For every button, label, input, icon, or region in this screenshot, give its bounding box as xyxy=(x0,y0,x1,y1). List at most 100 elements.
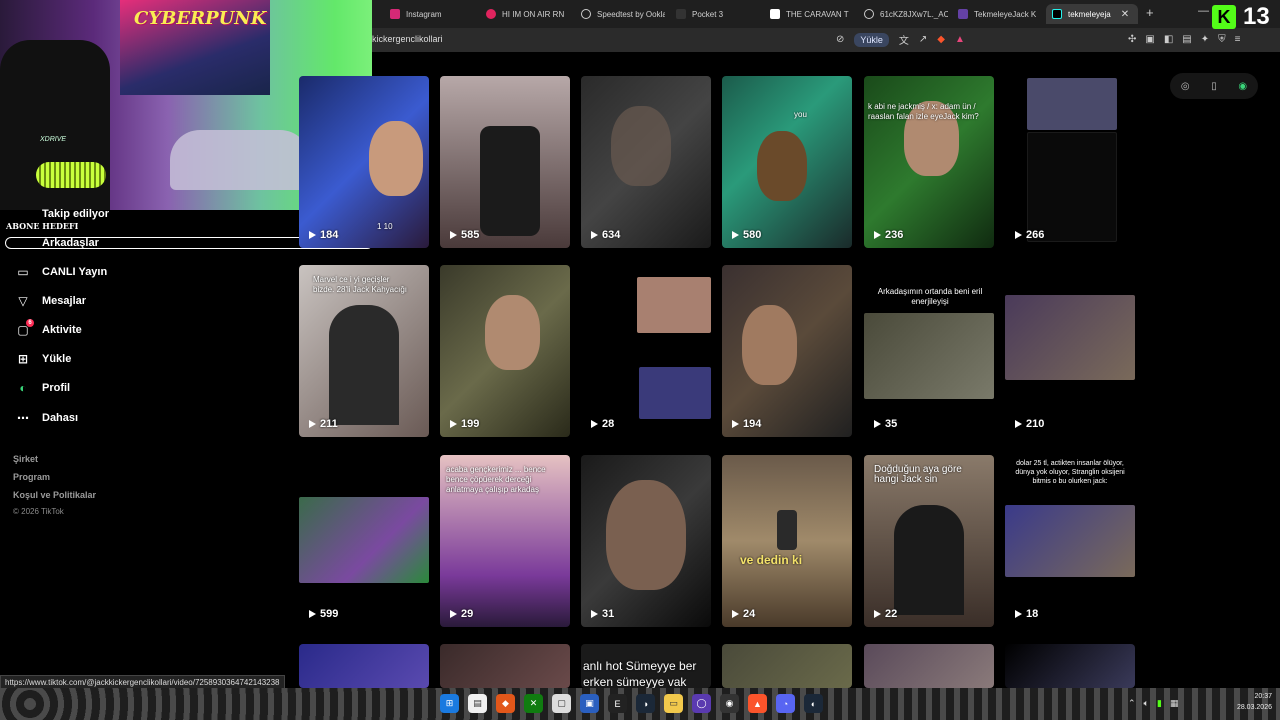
tab-on-air[interactable]: HI IM ON AIR RN xyxy=(480,4,570,24)
video-card[interactable] xyxy=(440,644,570,688)
tab-search-icon[interactable]: ▣ xyxy=(1145,34,1154,45)
obs-icon[interactable]: ◯ xyxy=(692,694,711,713)
thumbnail-group xyxy=(864,313,994,399)
kick-logo: K xyxy=(1212,5,1236,29)
extensions-icon[interactable]: ✣ xyxy=(1128,34,1136,45)
rewards-icon[interactable]: ▲ xyxy=(955,34,965,45)
url-field[interactable]: kickergenclikollari xyxy=(372,34,443,44)
tab-instagram[interactable]: Instagram xyxy=(384,4,474,24)
brave-icon[interactable]: ◆ xyxy=(496,694,515,713)
tab-image[interactable]: 61cKZ8JXw7L._AC xyxy=(858,4,948,24)
system-tray: ⌃ 🔈︎ ▮ ▦ xyxy=(1128,698,1178,709)
wallet-icon[interactable]: ▤ xyxy=(1182,34,1191,45)
compass-icon[interactable]: ◎ xyxy=(1181,81,1190,92)
play-icon xyxy=(450,420,457,428)
new-tab-icon[interactable]: + xyxy=(1146,5,1154,20)
leo-icon[interactable]: ✦ xyxy=(1201,34,1209,45)
video-card[interactable]: acaba gençkerimiz ... bence bence çöpüer… xyxy=(440,455,570,627)
minimize-icon[interactable]: — xyxy=(1198,5,1209,17)
xbox-icon[interactable]: ✕ xyxy=(524,694,543,713)
mic-icon[interactable]: ▮ xyxy=(1157,698,1162,709)
pocket-icon xyxy=(676,9,686,19)
footer-link-terms[interactable]: Koşul ve Politikalar xyxy=(13,490,96,500)
play-icon xyxy=(732,610,739,618)
video-card[interactable]: k abi ne jackmiş / x: adam ün / raaslan … xyxy=(864,76,994,248)
brave-shield-icon[interactable]: ◆ xyxy=(937,34,945,45)
avatar[interactable]: ◉ xyxy=(1238,81,1247,92)
tab-caravan[interactable]: THE CARAVAN T xyxy=(764,4,854,24)
video-card[interactable]: 1 10 184 xyxy=(299,76,429,248)
video-card[interactable]: you 580 xyxy=(722,76,852,248)
sidebar-item-label: Profil xyxy=(42,382,71,394)
thumbnail-webcam xyxy=(299,497,429,583)
sidebar-item-upload[interactable]: ⊞ Yükle xyxy=(16,349,71,369)
view-count: 22 xyxy=(874,608,897,620)
video-card[interactable] xyxy=(722,644,852,688)
translate-icon[interactable]: 文 xyxy=(899,32,909,47)
view-count-value: 29 xyxy=(461,608,474,620)
play-icon xyxy=(450,231,457,239)
tab-twitch-jack[interactable]: TekmeleyeJack K xyxy=(952,4,1042,24)
notepad-icon[interactable]: ▤ xyxy=(468,694,487,713)
clock-date: 28.03.2026 xyxy=(1236,704,1272,711)
live-icon: ▭ xyxy=(17,265,29,279)
footer-link-program[interactable]: Program xyxy=(13,472,50,482)
sidebar-item-activity[interactable]: ▢ 6 Aktivite xyxy=(16,319,82,340)
folder-icon[interactable]: ▭ xyxy=(664,694,683,713)
sidebar-item-more[interactable]: ⋯ Dahası xyxy=(16,408,78,428)
play-icon xyxy=(591,610,598,618)
document-icon[interactable]: ▢ xyxy=(552,694,571,713)
copyright: © 2026 TikTok xyxy=(13,507,64,516)
sidebar-item-profile[interactable]: ◐ Profil xyxy=(16,378,70,398)
tab-tiktok-active[interactable]: tekmeleyeja ✕ xyxy=(1046,4,1138,24)
video-card[interactable] xyxy=(864,644,994,688)
footer-link-company[interactable]: Şirket xyxy=(13,454,38,464)
network-icon[interactable]: ▦ xyxy=(1170,698,1179,709)
taskbar-clock[interactable]: 20:37 28.03.2026 xyxy=(1224,691,1272,713)
sidebar-item-messages[interactable]: ▽ Mesajlar xyxy=(16,291,86,311)
vpn-icon[interactable]: ⛨ xyxy=(1218,34,1226,45)
github-icon[interactable]: ◉ xyxy=(720,694,739,713)
video-card[interactable]: dolar 25 tl, actikten insanlar ölüyor, d… xyxy=(1005,455,1135,627)
video-card[interactable]: Arkadaşımın ortanda beni eril enerjileyi… xyxy=(864,265,994,437)
video-card[interactable]: 210 xyxy=(1005,265,1135,437)
menu-icon[interactable]: ≡ xyxy=(1235,34,1241,45)
video-card[interactable]: ve dedin ki 24 xyxy=(722,455,852,627)
video-card[interactable]: Marvel ce i yi geçişler bizde. 28'li Jac… xyxy=(299,265,429,437)
tab-speedtest[interactable]: Speedtest by Ookla xyxy=(575,4,665,24)
video-card[interactable] xyxy=(299,644,429,688)
video-card[interactable]: 599 xyxy=(299,455,429,627)
steam-alt-icon[interactable]: ◐ xyxy=(804,694,823,713)
play-icon xyxy=(732,420,739,428)
steam-icon[interactable]: ◑ xyxy=(636,694,655,713)
close-icon[interactable]: ✕ xyxy=(1121,9,1129,20)
sidebar-item-friends[interactable]: Arkadaşlar xyxy=(16,233,99,253)
video-card[interactable]: 31 xyxy=(581,455,711,627)
upload-button[interactable]: Yükle xyxy=(854,32,889,47)
video-card[interactable]: 199 xyxy=(440,265,570,437)
brave-browser-icon[interactable]: ▲ xyxy=(748,694,767,713)
video-card[interactable]: 585 xyxy=(440,76,570,248)
thumbnail-face xyxy=(611,106,671,186)
tab-pocket[interactable]: Pocket 3 xyxy=(670,4,760,24)
video-card[interactable]: anlı hot Sümeyye ber erken sümeyye vak xyxy=(581,644,711,688)
mute-icon[interactable]: ⊘ xyxy=(836,34,844,45)
video-card[interactable]: 194 xyxy=(722,265,852,437)
discord-icon[interactable]: ◔ xyxy=(776,694,795,713)
video-card[interactable] xyxy=(1005,644,1135,688)
view-count-value: 585 xyxy=(461,229,480,241)
video-card[interactable]: 28 xyxy=(581,265,711,437)
video-card[interactable]: 266 xyxy=(1005,76,1135,248)
sidebar-icon[interactable]: ◧ xyxy=(1164,34,1173,45)
app-icon[interactable]: ▣ xyxy=(580,694,599,713)
windows-start-icon[interactable]: ⊞ xyxy=(440,694,459,713)
upload-icon: ⊞ xyxy=(17,352,29,366)
video-card[interactable]: Doğduğun aya göre hangi Jack sin 22 xyxy=(864,455,994,627)
epic-games-icon[interactable]: E xyxy=(608,694,627,713)
speaker-icon[interactable]: 🔈︎ xyxy=(1144,698,1149,709)
share-icon[interactable]: ↗ xyxy=(919,34,927,45)
chevron-up-icon[interactable]: ⌃ xyxy=(1128,698,1136,709)
sidebar-item-live[interactable]: ▭ CANLI Yayın xyxy=(16,262,107,282)
video-card[interactable]: 634 xyxy=(581,76,711,248)
phone-icon[interactable]: ▯ xyxy=(1211,81,1217,92)
